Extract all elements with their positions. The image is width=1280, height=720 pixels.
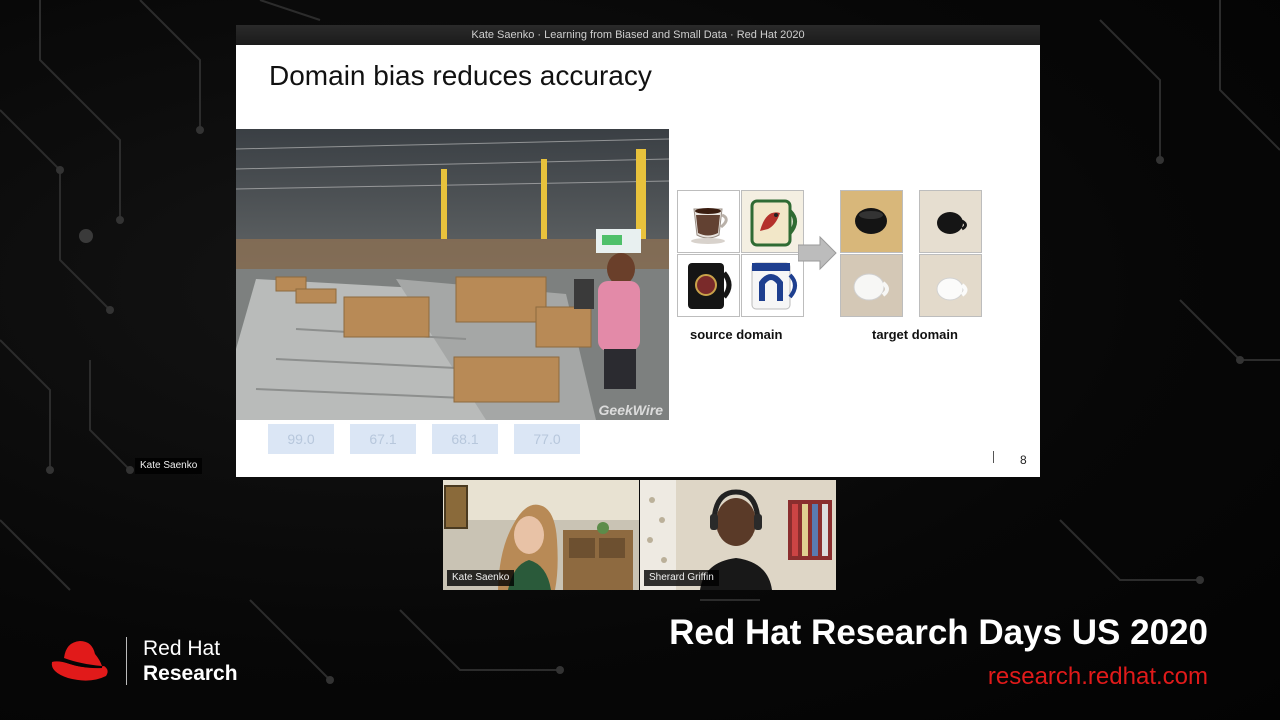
- accuracy-value: 99.0: [268, 424, 334, 454]
- target-image-white-cup-1: [840, 254, 903, 317]
- participant-video-tile[interactable]: Kate Saenko: [443, 480, 639, 590]
- red-hat-logo-icon: [51, 641, 108, 681]
- target-image-black-cup-2: [919, 190, 982, 253]
- source-image-espresso-mug: [677, 190, 740, 253]
- presenter-name-label: Kate Saenko: [135, 458, 203, 474]
- video-frame: Kate Saenko · Learning from Biased and S…: [0, 0, 1280, 720]
- participant-name-label: Kate Saenko: [447, 570, 515, 586]
- accuracy-value: 68.1: [432, 424, 498, 454]
- event-title: Red Hat Research Days US 2020: [669, 613, 1208, 652]
- slide-cursor-mark: [993, 451, 994, 463]
- source-image-black-mug: [677, 254, 740, 317]
- slide-title: Domain bias reduces accuracy: [269, 60, 652, 91]
- slide-header-bar: Kate Saenko · Learning from Biased and S…: [236, 25, 1040, 45]
- slide-page-number: 8: [1020, 453, 1027, 467]
- brand-line-1: Red Hat: [143, 637, 221, 660]
- brand-line-2: Research: [143, 662, 238, 685]
- participant-name-label: Sherard Griffin: [644, 570, 719, 586]
- target-image-black-cup-1: [840, 190, 903, 253]
- brand-divider: [126, 637, 127, 685]
- arrow-right-icon: [798, 235, 837, 271]
- photo-watermark: GeekWire: [598, 402, 663, 418]
- accuracy-value: 67.1: [350, 424, 416, 454]
- participant-video-tile[interactable]: Sherard Griffin: [640, 480, 836, 590]
- target-domain-caption: target domain: [872, 327, 958, 342]
- warehouse-photo: GeekWire: [236, 129, 669, 420]
- brand-wordmark: Red Hat Research: [143, 636, 238, 686]
- source-image-horseshoe-mug: [741, 254, 804, 317]
- source-domain-caption: source domain: [690, 327, 783, 342]
- source-image-bird-mug: [741, 190, 804, 253]
- target-image-white-cup-2: [919, 254, 982, 317]
- accuracy-value: 77.0: [514, 424, 580, 454]
- event-url-link[interactable]: research.redhat.com: [988, 663, 1208, 691]
- presentation-slide: Domain bias reduces accuracy GeekWire 99…: [236, 45, 1040, 477]
